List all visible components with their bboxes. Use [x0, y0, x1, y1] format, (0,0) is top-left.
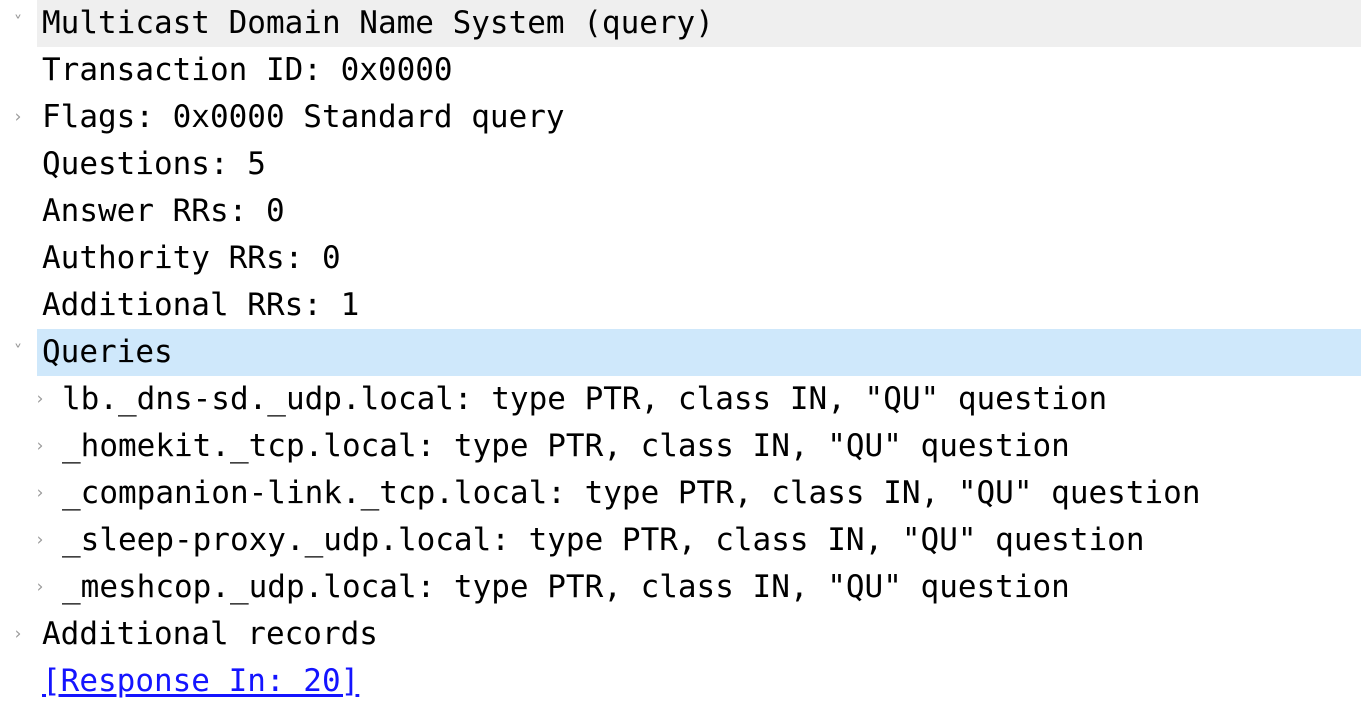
tree-row-label-additional-records: Additional records	[42, 616, 378, 652]
tree-row-query-lb-dns-sd-udp[interactable]: › lb._dns-sd._udp.local: type PTR, class …	[0, 376, 1361, 423]
tree-row-transaction-id[interactable]: Transaction ID: 0x0000	[0, 47, 1361, 94]
tree-row-label-authority-rrs: Authority RRs: 0	[42, 240, 341, 276]
tree-row-answer-rrs[interactable]: Answer RRs: 0	[0, 188, 1361, 235]
tree-row-label-additional-rrs: Additional RRs: 1	[42, 287, 360, 323]
tree-row-label-query-companion-link-tcp: _companion-link._tcp.local: type PTR, cl…	[62, 475, 1201, 511]
chevron-right-icon[interactable]: ›	[32, 470, 48, 517]
tree-row-label-query-meshcop-udp: _meshcop._udp.local: type PTR, class IN,…	[62, 569, 1070, 605]
tree-row-additional-rrs[interactable]: Additional RRs: 1	[0, 282, 1361, 329]
tree-row-additional-records[interactable]: › Additional records	[0, 611, 1361, 658]
tree-row-authority-rrs[interactable]: Authority RRs: 0	[0, 235, 1361, 282]
tree-row-label-transaction-id: Transaction ID: 0x0000	[42, 52, 453, 88]
chevron-right-icon[interactable]: ›	[10, 611, 26, 658]
tree-row-label-answer-rrs: Answer RRs: 0	[42, 193, 285, 229]
tree-row-label-questions: Questions: 5	[42, 146, 266, 182]
tree-row-questions[interactable]: Questions: 5	[0, 141, 1361, 188]
chevron-down-icon[interactable]: ˅	[10, 329, 26, 376]
chevron-right-icon[interactable]: ›	[32, 423, 48, 470]
tree-row-label-mdns-protocol: Multicast Domain Name System (query)	[42, 5, 714, 41]
tree-row-query-sleep-proxy-udp[interactable]: › _sleep-proxy._udp.local: type PTR, clas…	[0, 517, 1361, 564]
tree-row-query-meshcop-udp[interactable]: › _meshcop._udp.local: type PTR, class IN…	[0, 564, 1361, 611]
tree-row-queries[interactable]: ˅ Queries	[0, 329, 1361, 376]
tree-row-response-in[interactable]: [Response In: 20]	[0, 658, 1361, 705]
tree-row-label-query-sleep-proxy-udp: _sleep-proxy._udp.local: type PTR, class…	[62, 522, 1145, 558]
tree-row-mdns-protocol[interactable]: ˅ Multicast Domain Name System (query)	[0, 0, 1361, 47]
chevron-right-icon[interactable]: ›	[32, 376, 48, 423]
tree-row-label-flags: Flags: 0x0000 Standard query	[42, 99, 565, 135]
row-background	[37, 329, 1361, 376]
chevron-right-icon[interactable]: ›	[10, 94, 26, 141]
chevron-right-icon[interactable]: ›	[32, 517, 48, 564]
tree-row-label-queries: Queries	[42, 334, 173, 370]
tree-row-query-homekit-tcp[interactable]: › _homekit._tcp.local: type PTR, class IN…	[0, 423, 1361, 470]
tree-row-link-response-in[interactable]: [Response In: 20]	[42, 658, 359, 705]
tree-row-label-query-homekit-tcp: _homekit._tcp.local: type PTR, class IN,…	[62, 428, 1070, 464]
tree-row-query-companion-link-tcp[interactable]: › _companion-link._tcp.local: type PTR, c…	[0, 470, 1361, 517]
tree-row-label-query-lb-dns-sd-udp: lb._dns-sd._udp.local: type PTR, class I…	[62, 381, 1108, 417]
tree-row-flags[interactable]: › Flags: 0x0000 Standard query	[0, 94, 1361, 141]
chevron-right-icon[interactable]: ›	[32, 564, 48, 611]
packet-detail-tree[interactable]: ˅ Multicast Domain Name System (query) Tra…	[0, 0, 1361, 720]
chevron-down-icon[interactable]: ˅	[10, 0, 26, 47]
